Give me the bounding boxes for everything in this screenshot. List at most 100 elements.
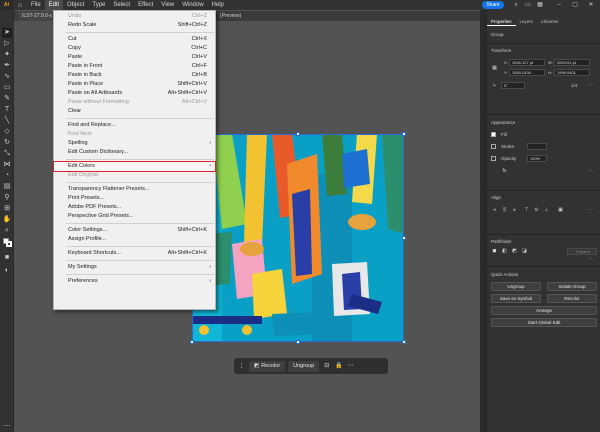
recolor-button[interactable]: ◩ Recolor bbox=[249, 360, 286, 372]
reference-point-icon[interactable]: ▦ bbox=[491, 65, 498, 72]
start-global-edit-button[interactable]: Start Global Edit bbox=[491, 318, 597, 327]
menu-item-edit-original[interactable]: Edit Original bbox=[54, 171, 215, 180]
menu-file[interactable]: File bbox=[27, 0, 45, 10]
menu-item-cut[interactable]: Cut Ctrl+X bbox=[54, 35, 215, 44]
width-tool-icon[interactable]: ⋈ bbox=[2, 160, 12, 170]
menu-item-undo[interactable]: Undo Ctrl+Z bbox=[54, 12, 215, 21]
menu-item-paste-in-front[interactable]: Paste in Front Ctrl+F bbox=[54, 62, 215, 71]
more-tools-icon[interactable]: ⋯ bbox=[2, 422, 12, 432]
tab-document[interactable]: ILST-27.9.0-x bbox=[18, 11, 57, 21]
menu-item-paste-in-back[interactable]: Paste in Back Ctrl+B bbox=[54, 71, 215, 80]
more-transform-icon[interactable]: ⋯ bbox=[587, 82, 594, 89]
gradient-tool-icon[interactable]: ▤ bbox=[2, 182, 12, 192]
menu-item-copy[interactable]: Copy Ctrl+C bbox=[54, 44, 215, 53]
minimize-icon[interactable]: – bbox=[552, 0, 566, 10]
menu-help[interactable]: Help bbox=[208, 0, 228, 10]
pencil-tool-icon[interactable]: ✎ bbox=[2, 94, 12, 104]
curvature-tool-icon[interactable]: ∿ bbox=[2, 72, 12, 82]
menu-item-perspective-grid-presets[interactable]: Perspective Grid Presets... bbox=[54, 212, 215, 221]
artboard-tool-icon[interactable]: ⊞ bbox=[2, 204, 12, 214]
menu-item-clear[interactable]: Clear bbox=[54, 107, 215, 116]
more-pathfinder-icon[interactable]: ⋯ bbox=[587, 256, 594, 263]
y-input[interactable]: 1000.2434 bbox=[509, 69, 545, 76]
rectangle-tool-icon[interactable]: ▭ bbox=[2, 83, 12, 93]
menu-item-paste-without-formatting[interactable]: Paste without Formatting Alt+Ctrl+V bbox=[54, 98, 215, 107]
selection-tool-icon[interactable]: ➤ bbox=[2, 28, 12, 38]
tab-properties[interactable]: Properties bbox=[487, 17, 516, 26]
arrange-documents-icon[interactable]: ▦ bbox=[536, 1, 544, 9]
menu-item-redo-scale[interactable]: Redo Scale Shift+Ctrl+Z bbox=[54, 21, 215, 30]
tab-layers[interactable]: Layers bbox=[516, 17, 538, 26]
align-hcenter-icon[interactable]: ⫼ bbox=[501, 207, 508, 214]
shape-builder-icon[interactable]: ◔ bbox=[2, 171, 12, 181]
tab-libraries[interactable]: Libraries bbox=[537, 17, 562, 26]
intersect-icon[interactable]: ◩ bbox=[511, 248, 518, 255]
eyedropper-tool-icon[interactable]: ⚲ bbox=[2, 193, 12, 203]
menu-item-preferences[interactable]: Preferences › bbox=[54, 277, 215, 286]
menu-item-paste[interactable]: Paste Ctrl+V bbox=[54, 53, 215, 62]
type-tool-icon[interactable]: T bbox=[2, 105, 12, 115]
align-right-icon[interactable]: ⫸ bbox=[511, 207, 518, 214]
resize-handle-e[interactable] bbox=[402, 236, 406, 240]
menu-item-find-and-replace[interactable]: Find and Replace... bbox=[54, 121, 215, 130]
lock-icon[interactable]: 🔒 bbox=[334, 361, 343, 372]
fx-icon[interactable]: fx bbox=[501, 168, 508, 175]
direct-selection-tool-icon[interactable]: ▷ bbox=[2, 39, 12, 49]
menu-item-assign-profile[interactable]: Assign Profile... bbox=[54, 235, 215, 244]
menu-effect[interactable]: Effect bbox=[134, 0, 157, 10]
menu-item-keyboard-shortcuts[interactable]: Keyboard Shortcuts... Alt+Shift+Ctrl+K bbox=[54, 249, 215, 258]
drag-handle-icon[interactable]: ⋮ bbox=[237, 361, 246, 372]
tab-preview-label[interactable]: (Preview) bbox=[216, 11, 246, 21]
align-bottom-icon[interactable]: ⊥ bbox=[543, 207, 550, 214]
menu-window[interactable]: Window bbox=[178, 0, 207, 10]
artwork-illustration[interactable] bbox=[192, 134, 404, 342]
menu-view[interactable]: View bbox=[157, 0, 178, 10]
zoom-tool-icon[interactable]: ⌕ bbox=[2, 226, 12, 236]
angle-input[interactable]: 0° bbox=[501, 82, 525, 89]
eraser-tool-icon[interactable]: ◇ bbox=[2, 127, 12, 137]
magic-wand-icon[interactable]: ✦ bbox=[2, 50, 12, 60]
menu-edit[interactable]: Edit bbox=[44, 0, 64, 10]
resize-handle-s[interactable] bbox=[296, 340, 300, 344]
ungroup-button-panel[interactable]: Ungroup bbox=[491, 282, 541, 291]
align-left-icon[interactable]: ⫷ bbox=[491, 207, 498, 214]
expand-button[interactable]: Expand bbox=[567, 248, 597, 255]
more-appearance-icon[interactable]: ⋯ bbox=[587, 168, 594, 175]
align-vcenter-icon[interactable]: ⊝ bbox=[533, 207, 540, 214]
menu-item-color-settings[interactable]: Color Settings... Shift+Ctrl+K bbox=[54, 226, 215, 235]
opacity-input[interactable]: 100% bbox=[527, 155, 547, 162]
x-input[interactable]: 1000.127 pt bbox=[509, 59, 545, 66]
menu-object[interactable]: Object bbox=[63, 0, 88, 10]
menu-item-paste-in-place[interactable]: Paste in Place Shift+Ctrl+V bbox=[54, 80, 215, 89]
menu-type[interactable]: Type bbox=[88, 0, 109, 10]
more-align-icon[interactable]: ⋯ bbox=[587, 207, 594, 214]
menu-item-spelling[interactable]: Spelling › bbox=[54, 139, 215, 148]
h-input[interactable]: 1999.0401 bbox=[554, 69, 590, 76]
minus-front-icon[interactable]: ◧ bbox=[501, 248, 508, 255]
recolor-button-panel[interactable]: Recolor bbox=[547, 294, 597, 303]
menu-item-adobe-pdf-presets[interactable]: Adobe PDF Presets... bbox=[54, 203, 215, 212]
w-input[interactable]: 2004.01 pt bbox=[554, 59, 590, 66]
menu-item-print-presets[interactable]: Print Presets... bbox=[54, 194, 215, 203]
close-icon[interactable]: ✕ bbox=[584, 0, 598, 10]
stroke-swatch-panel[interactable] bbox=[491, 144, 496, 149]
resize-handle-n[interactable] bbox=[296, 132, 300, 136]
home-icon[interactable]: ⌂ bbox=[13, 0, 27, 10]
menu-item-edit-colors[interactable]: Edit Colors › bbox=[53, 161, 216, 172]
exclude-icon[interactable]: ◪ bbox=[521, 248, 528, 255]
resize-handle-ne[interactable] bbox=[402, 132, 406, 136]
align-to-icon[interactable]: ▣ bbox=[557, 207, 564, 214]
menu-item-transparency-flattener-presets[interactable]: Transparency Flattener Presets... bbox=[54, 185, 215, 194]
menu-item-find-next[interactable]: Find Next bbox=[54, 130, 215, 139]
share-button[interactable]: Share bbox=[482, 1, 504, 9]
fill-swatch-panel[interactable] bbox=[491, 132, 496, 137]
menu-item-edit-custom-dictionary[interactable]: Edit Custom Dictionary... bbox=[54, 148, 215, 157]
align-top-icon[interactable]: ⊤ bbox=[523, 207, 530, 214]
isolate-group-button[interactable]: Isolate Group bbox=[547, 282, 597, 291]
unite-icon[interactable]: ◼ bbox=[491, 248, 498, 255]
scale-tool-icon[interactable]: ⤡ bbox=[2, 149, 12, 159]
ungroup-button[interactable]: Ungroup bbox=[288, 360, 320, 372]
pen-tool-icon[interactable]: ✒ bbox=[2, 61, 12, 71]
color-mode-icon[interactable]: ■ bbox=[2, 253, 12, 263]
align-icon[interactable]: ⊟ bbox=[322, 361, 331, 372]
